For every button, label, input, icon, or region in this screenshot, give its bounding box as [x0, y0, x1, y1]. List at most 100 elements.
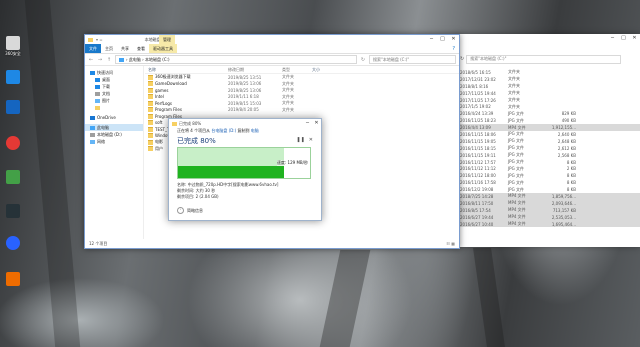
bg-file-row[interactable]: 2017/11/25 19:44 文件夹	[458, 90, 640, 97]
sidebar-item[interactable]	[85, 104, 143, 111]
minimize-icon[interactable]: ─	[607, 34, 618, 43]
column-size[interactable]: 大小	[312, 67, 320, 73]
bg-file-row[interactable]: 2016/11/15 19:11 JPG 文件 2,568 KB	[458, 152, 640, 159]
close-icon[interactable]: ✕	[312, 119, 321, 128]
address-input[interactable]: › 此电脑 › 本地磁盘 (C:)	[115, 55, 357, 64]
bg-file-row[interactable]: 2016/6/27 19:44 MP4 文件 2,535,053...	[458, 213, 640, 221]
bg-file-list: 2018/6/5 16:15 文件夹 2017/12/31 23:02 文件夹 2018…	[458, 69, 640, 228]
bg-file-row[interactable]: 2016/6/27 10:40 MP4 文件 1,695,464...	[458, 220, 640, 228]
desktop-icon[interactable]: 360安全	[3, 36, 23, 57]
bg-file-type: 文件夹	[508, 76, 520, 82]
close-icon[interactable]: ✕	[629, 34, 640, 43]
bg-file-row[interactable]: 2017/11/25 17:26 文件夹	[458, 97, 640, 104]
sidebar-icon	[90, 70, 95, 75]
bg-file-row[interactable]: 2016/11/15 19:05 JPG 文件 2,648 KB	[458, 138, 640, 145]
bg-file-row[interactable]: 2017/12/31 23:02 文件夹	[458, 76, 640, 83]
bg-file-type: JPG 文件	[508, 179, 524, 185]
bg-file-date: 2017/12/31 23:02	[460, 76, 496, 82]
bg-file-date: 2018/7/25 14:28	[460, 193, 494, 199]
bg-file-row[interactable]: 2016/4/24 13:39 JPG 文件 829 KB	[458, 110, 640, 117]
forward-icon[interactable]: →	[97, 57, 103, 63]
up-icon[interactable]: ↑	[106, 57, 112, 63]
sidebar-item[interactable]: 下载	[85, 83, 143, 90]
tab-drive-tools[interactable]: 驱动器工具	[149, 44, 177, 53]
bg-file-size: 8 KB	[566, 180, 576, 186]
bg-file-row[interactable]: 2018/6/5 16:15 文件夹	[458, 69, 640, 76]
desktop-icon[interactable]	[3, 204, 23, 219]
bg-file-date: 2016/6/27 19:44	[460, 214, 494, 220]
folder-icon	[148, 81, 153, 87]
destination-link[interactable]: 电脑	[251, 128, 259, 133]
sidebar-icon	[95, 91, 100, 96]
sidebar-item[interactable]: 文档	[85, 90, 143, 97]
fewer-details-toggle[interactable]: ˄ 简略信息	[177, 207, 203, 214]
sidebar-icon	[90, 125, 95, 130]
bg-file-date: 2016/11/15 19:11	[460, 152, 496, 158]
sidebar-item[interactable]: 网络	[85, 138, 143, 145]
transfer-speed-graph: 速度: 129 MB/秒	[177, 147, 311, 179]
refresh-icon[interactable]: ↻	[460, 56, 464, 62]
bg-file-row[interactable]: 2016/11/12 18:00 JPG 文件 8 KB	[458, 172, 640, 179]
tab-file[interactable]: 文件	[85, 44, 101, 53]
bg-file-row[interactable]: 2016/11/16 17:58 JPG 文件 8 KB	[458, 179, 640, 186]
file-name-cell: 360极速浏览器下载	[145, 74, 228, 80]
bg-file-row[interactable]: 2018/8/1 8:16 文件夹	[458, 83, 640, 90]
sidebar-item[interactable]: 快速访问	[85, 69, 143, 76]
refresh-icon[interactable]: ↻	[360, 57, 366, 63]
source-link[interactable]: 台电脑盘 (D:)	[211, 128, 236, 133]
bg-file-row[interactable]: 2016/11/12 17:57 JPG 文件 8 KB	[458, 159, 640, 166]
bg-file-row[interactable]: 2016/8/11 17:50 MP4 文件 2,093,646...	[458, 199, 640, 207]
copy-progress-dialog[interactable]: 已完成 80% ─ ✕ 正在将 4 个项目从 台电脑盘 (D:) 复制到 电脑 …	[168, 118, 322, 221]
desktop-icon[interactable]	[3, 272, 23, 287]
tab-manage[interactable]: 管理	[159, 35, 175, 44]
back-icon[interactable]: ←	[88, 57, 94, 63]
column-date[interactable]: 修改日期	[228, 67, 282, 73]
quick-access-toolbar[interactable]: ▾ =	[96, 37, 103, 42]
bg-search-input[interactable]: 搜索"本地磁盘 (C:)"	[466, 54, 622, 64]
bg-file-row[interactable]: 2016/12/2 19:08 JPG 文件 8 KB	[458, 186, 640, 193]
cancel-icon[interactable]: ✕	[309, 137, 313, 143]
help-icon[interactable]: ?	[452, 46, 455, 52]
minimize-icon[interactable]: ─	[303, 119, 312, 128]
search-input[interactable]: 搜索"本地磁盘 (C:)"	[369, 55, 456, 64]
sidebar-item[interactable]: 图片	[85, 97, 143, 104]
bg-file-row[interactable]: 2016/11/12 11:12 JPG 文件 2 KB	[458, 165, 640, 172]
sidebar-item[interactable]: 本地磁盘 (D:)	[85, 131, 143, 138]
sidebar-icon	[95, 105, 100, 110]
bg-file-date: 2017/11/25 19:44	[460, 90, 496, 96]
column-type[interactable]: 类型	[282, 67, 312, 73]
bg-file-type: MP4 文件	[508, 200, 526, 206]
close-icon[interactable]: ✕	[448, 35, 459, 44]
tab-view[interactable]: 查看	[133, 44, 149, 53]
pause-icon[interactable]: ❚❚	[296, 137, 304, 143]
bg-file-row[interactable]: 2016/8/5 17:54 MP4 文件 713,157 KB	[458, 206, 640, 214]
bg-file-date: 2016/11/25 18:23	[460, 118, 496, 124]
minimize-icon[interactable]: ─	[426, 35, 437, 44]
maximize-icon[interactable]: □	[618, 34, 629, 43]
sidebar-item[interactable]: 此电脑	[85, 124, 143, 131]
desktop-icon[interactable]	[3, 70, 23, 85]
column-name[interactable]: 名称	[145, 67, 228, 73]
desktop-icon[interactable]	[3, 136, 23, 151]
bg-file-type: 文件夹	[508, 103, 520, 109]
background-explorer-window[interactable]: ─ □ ✕ ↻ 搜索"本地磁盘 (C:)" 2018/6/5 16:15 文件夹 2…	[458, 34, 640, 247]
bg-file-row[interactable]: 2016/11/15 18:06 JPG 文件 2,640 KB	[458, 131, 640, 138]
title-bar: ▾ = 本地磁盘 (C:) 管理 ─ □ ✕	[85, 35, 459, 44]
maximize-icon[interactable]: □	[437, 35, 448, 44]
bg-file-row[interactable]: 2016/11/25 18:23 JPG 文件 490 KB	[458, 117, 640, 124]
sidebar-item[interactable]: 桌面	[85, 76, 143, 83]
tab-share[interactable]: 共享	[117, 44, 133, 53]
sidebar-item[interactable]: OneDrive	[85, 114, 143, 121]
bg-file-row[interactable]: 2018/7/25 14:28 MP4 文件 1,859,756...	[458, 193, 640, 200]
view-toggle-icons[interactable]: ☷ ▦	[446, 241, 455, 246]
desktop-icon[interactable]	[3, 100, 23, 115]
bg-file-size: 2,568 KB	[557, 152, 576, 158]
bg-file-row[interactable]: 2016/4/4 13:09 MP4 文件 1,912,155...	[458, 124, 640, 132]
bg-file-date: 2016/11/12 17:57	[460, 159, 496, 165]
desktop-icon[interactable]	[3, 236, 23, 251]
tab-home[interactable]: 主页	[101, 44, 117, 53]
bg-file-row[interactable]: 2017/1/5 19:02 文件夹	[458, 103, 640, 110]
bg-file-row[interactable]: 2016/11/15 18:15 JPG 文件 2,612 KB	[458, 145, 640, 152]
bg-file-date: 2016/11/16 17:58	[460, 180, 496, 186]
desktop-icon[interactable]	[3, 170, 23, 185]
